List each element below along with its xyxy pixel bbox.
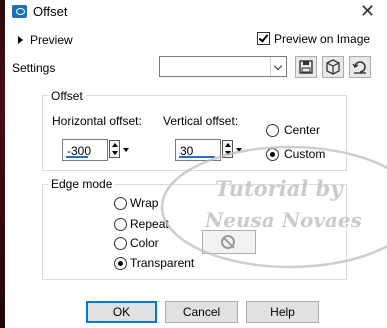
horizontal-offset-dropdown-icon[interactable] (123, 148, 129, 152)
close-icon[interactable]: ✕ (360, 1, 375, 21)
input-underline (66, 156, 88, 158)
watermark-line2: Neusa Novaes (205, 208, 362, 232)
spin-up-icon[interactable] (112, 143, 118, 147)
horizontal-offset-input[interactable]: -300 (62, 139, 108, 161)
window-title: Offset (33, 4, 68, 19)
save-preset-button[interactable] (295, 56, 317, 78)
edge-color-radio[interactable] (114, 237, 127, 250)
save-preset-icon (299, 60, 313, 74)
manage-presets-icon (326, 59, 340, 75)
combo-dropdown-button[interactable] (270, 57, 286, 76)
cancel-button[interactable]: Cancel (165, 301, 238, 323)
edge-wrap-radio[interactable] (114, 197, 127, 210)
horizontal-offset-label: Horizontal offset: (52, 114, 142, 128)
center-label[interactable]: Center (284, 123, 320, 137)
watermark-line1: Tutorial by (215, 176, 343, 201)
offset-group-title: Offset (48, 89, 86, 103)
edge-mode-group-title: Edge mode (48, 177, 116, 191)
reset-button[interactable] (349, 56, 371, 78)
manage-presets-button[interactable] (322, 56, 344, 78)
edge-wrap-label[interactable]: Wrap (130, 196, 158, 210)
edge-color-label[interactable]: Color (130, 236, 159, 250)
preview-toggle-label[interactable]: Preview (30, 33, 73, 47)
preview-on-image-label[interactable]: Preview on Image (274, 32, 370, 46)
settings-label: Settings (12, 61, 56, 75)
background-strip (0, 0, 5, 328)
ok-button[interactable]: OK (86, 301, 157, 323)
preview-on-image-checkbox[interactable] (257, 32, 270, 45)
settings-preset-combo[interactable] (159, 56, 287, 77)
edge-transparent-radio[interactable] (114, 257, 127, 270)
spin-down-icon[interactable] (112, 151, 118, 155)
horizontal-offset-spinner[interactable] (109, 140, 120, 158)
app-icon (12, 5, 27, 18)
checkmark-icon (258, 32, 269, 43)
center-radio[interactable] (266, 124, 279, 137)
expand-triangle-icon[interactable] (18, 36, 23, 44)
chevron-down-icon (273, 61, 283, 71)
vertical-offset-label: Vertical offset: (163, 114, 239, 128)
help-button[interactable]: Help (246, 301, 319, 323)
edge-repeat-radio[interactable] (114, 218, 127, 231)
reset-icon (352, 61, 366, 74)
